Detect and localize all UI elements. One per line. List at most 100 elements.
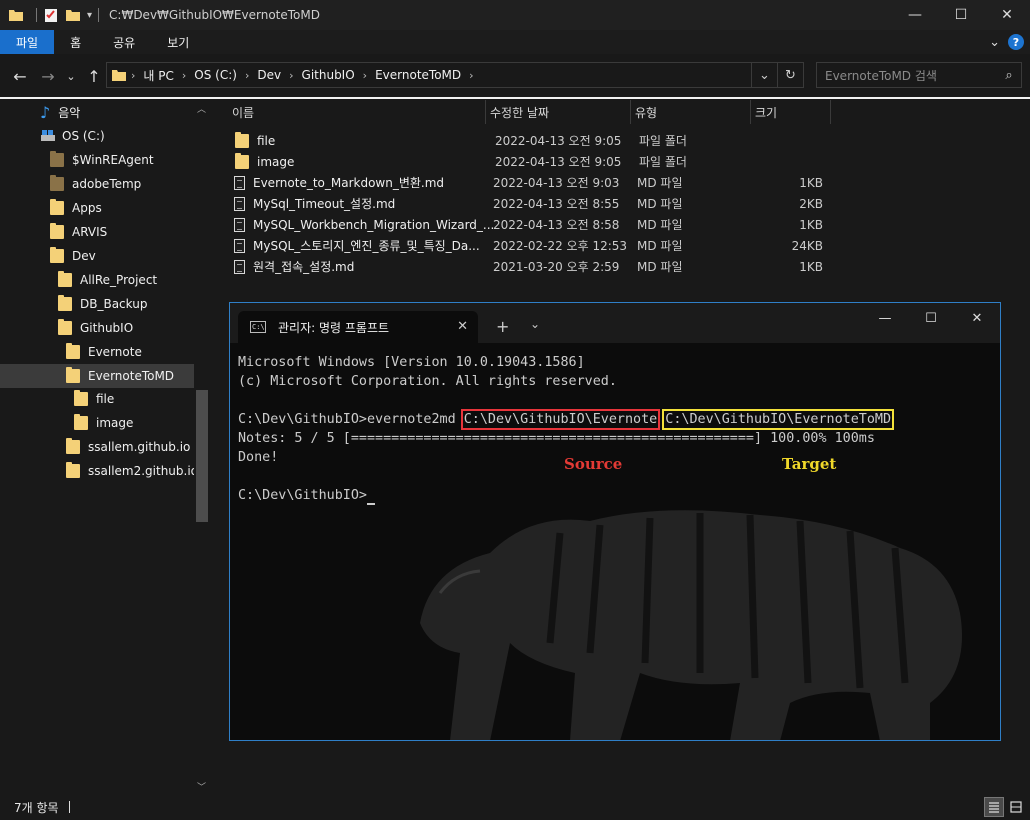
terminal-tab[interactable]: C:\ 관리자: 명령 프롬프트 ✕ [238, 311, 478, 343]
refresh-button[interactable]: ↻ [777, 63, 803, 87]
navigation-bar: ← → ⌄ ↑ › 내 PC › OS (C:) › Dev › GithubI… [0, 56, 1030, 96]
file-date: 2022-04-13 오전 9:05 [495, 134, 622, 148]
scroll-down-icon[interactable]: ﹀ [197, 780, 206, 793]
tab-close-icon[interactable]: ✕ [457, 319, 468, 334]
chevron-right-icon[interactable]: › [289, 69, 293, 82]
terminal-title-bar: C:\ 관리자: 명령 프롬프트 ✕ + ⌄ — ☐ ✕ [230, 303, 1000, 343]
terminal-tab-title: 관리자: 명령 프롬프트 [278, 320, 390, 335]
sidebar-item-os-c[interactable]: OS (C:) [40, 124, 105, 148]
file-type: 파일 폴더 [639, 155, 687, 169]
terminal-minimize-button[interactable]: — [862, 311, 908, 326]
sidebar-scrollbar[interactable]: ︿ ﹀ [194, 100, 210, 794]
expand-ribbon-icon[interactable]: ⌄ [989, 35, 1000, 50]
file-type: MD 파일 [637, 197, 683, 211]
new-tab-button[interactable]: + [496, 317, 509, 336]
file-date: 2021-03-20 오후 2:59 [493, 260, 620, 274]
window-title: C:₩Dev₩GithubIO₩EvernoteToMD [109, 8, 320, 22]
properties-icon[interactable] [43, 7, 59, 23]
column-name[interactable]: 이름 [228, 100, 486, 124]
terminal-prompt-line: C:\Dev\GithubIO> [238, 486, 998, 505]
view-toggle [982, 797, 1026, 817]
document-icon [234, 196, 245, 211]
column-type[interactable]: 유형 [631, 100, 751, 124]
navigation-pane: ♪ 음악 OS (C:) $WinREAgent adobeTemp Apps … [0, 100, 212, 794]
tab-share[interactable]: 공유 [97, 30, 151, 54]
folder-icon[interactable] [8, 7, 24, 23]
table-row[interactable]: image 2022-04-13 오전 9:05 파일 폴더 [232, 151, 830, 172]
sidebar-item-music[interactable]: ♪ 음악 [40, 100, 80, 124]
forward-button[interactable]: → [36, 64, 60, 88]
chevron-right-icon[interactable]: › [363, 69, 367, 82]
chevron-right-icon[interactable]: › [182, 69, 186, 82]
breadcrumb-evernotetomd[interactable]: EvernoteToMD [375, 68, 461, 82]
search-icon[interactable]: ⌕ [997, 68, 1021, 83]
file-date: 2022-04-13 오전 8:55 [493, 197, 620, 211]
sidebar-item-githubio[interactable]: GithubIO [58, 316, 133, 340]
customize-toolbar-icon[interactable]: ▾ [87, 10, 92, 21]
sidebar-item-image[interactable]: image [74, 411, 133, 435]
table-row[interactable]: file 2022-04-13 오전 9:05 파일 폴더 [232, 130, 830, 151]
table-row[interactable]: MySQL_Workbench_Migration_Wizard_... 202… [232, 214, 823, 235]
terminal-maximize-button[interactable]: ☐ [908, 311, 954, 326]
search-input[interactable]: EvernoteToMD 검색 [825, 67, 997, 84]
table-row[interactable]: 원격_접속_설정.md 2021-03-20 오후 2:59 MD 파일 1KB [232, 256, 823, 277]
sidebar-item-label: GithubIO [80, 321, 134, 335]
help-icon[interactable]: ? [1008, 34, 1024, 50]
sidebar-item-arvis[interactable]: ARVIS [50, 220, 107, 244]
sidebar-item-adobetemp[interactable]: adobeTemp [50, 172, 141, 196]
search-box[interactable]: EvernoteToMD 검색 ⌕ [816, 62, 1022, 88]
quick-access-toolbar: ▾ [0, 0, 105, 30]
scroll-up-icon[interactable]: ︿ [197, 102, 206, 115]
terminal-window: C:\ 관리자: 명령 프롬프트 ✕ + ⌄ — ☐ ✕ Microsoft W… [229, 302, 1001, 741]
breadcrumb-dev[interactable]: Dev [257, 68, 281, 82]
close-button[interactable]: ✕ [984, 0, 1030, 30]
sidebar-item-evernotetomd[interactable]: EvernoteToMD [0, 364, 194, 388]
maximize-button[interactable]: ☐ [938, 0, 984, 30]
sidebar-item-allre-project[interactable]: AllRe_Project [58, 268, 157, 292]
details-view-button[interactable] [984, 797, 1004, 817]
recent-locations-button[interactable]: ⌄ [64, 64, 78, 88]
terminal-output[interactable]: Microsoft Windows [Version 10.0.19043.15… [238, 353, 998, 505]
table-row[interactable]: Evernote_to_Markdown_변환.md 2022-04-13 오전… [232, 172, 823, 193]
new-folder-icon[interactable] [65, 7, 81, 23]
minimize-button[interactable]: — [892, 0, 938, 30]
table-row[interactable]: MySQL_스토리지_엔진_종류_및_특징_Da... 2022-02-22 오… [232, 235, 823, 256]
column-date[interactable]: 수정한 날짜 [486, 100, 631, 124]
address-dropdown-button[interactable]: ⌄ [751, 63, 777, 87]
sidebar-item-db-backup[interactable]: DB_Backup [58, 292, 147, 316]
breadcrumb-githubio[interactable]: GithubIO [302, 68, 355, 82]
folder-icon [66, 367, 80, 383]
chevron-right-icon[interactable]: › [245, 69, 249, 82]
large-icons-view-button[interactable] [1006, 797, 1026, 817]
tab-file[interactable]: 파일 [0, 30, 55, 54]
file-type: MD 파일 [637, 176, 683, 190]
folder-icon [235, 131, 249, 148]
folder-icon [66, 438, 80, 454]
back-button[interactable]: ← [8, 64, 32, 88]
toolbar-divider [36, 8, 37, 22]
up-button[interactable]: ↑ [82, 64, 106, 88]
sidebar-item-file[interactable]: file [74, 387, 114, 411]
tab-dropdown-button[interactable]: ⌄ [530, 317, 540, 331]
sidebar-item-ssallem-github-io[interactable]: ssallem.github.io [66, 435, 190, 459]
breadcrumb-my-pc[interactable]: 내 PC [143, 67, 173, 84]
sidebar-item-ssallem2-github-io[interactable]: ssallem2.github.io [66, 459, 198, 483]
terminal-close-button[interactable]: ✕ [954, 311, 1000, 326]
sidebar-item-dev[interactable]: Dev [50, 244, 96, 268]
tab-view[interactable]: 보기 [151, 30, 205, 54]
tab-home[interactable]: 홈 [54, 30, 97, 54]
column-size[interactable]: 크기 [751, 100, 831, 124]
file-type: MD 파일 [637, 260, 683, 274]
address-bar[interactable]: › 내 PC › OS (C:) › Dev › GithubIO › Ever… [106, 62, 804, 88]
sidebar-item-winreagent[interactable]: $WinREAgent [50, 148, 154, 172]
table-row[interactable]: MySql_Timeout_설정.md 2022-04-13 오전 8:55 M… [232, 193, 823, 214]
document-icon [234, 259, 245, 274]
folder-icon [66, 462, 80, 478]
chevron-right-icon[interactable]: › [469, 69, 473, 82]
sidebar-item-evernote[interactable]: Evernote [66, 340, 142, 364]
scroll-thumb[interactable] [196, 390, 208, 522]
sidebar-item-apps[interactable]: Apps [50, 196, 102, 220]
column-headers: 이름 수정한 날짜 유형 크기 [228, 100, 831, 124]
breadcrumb-os-c[interactable]: OS (C:) [194, 68, 237, 82]
target-path: C:\Dev\GithubIO\EvernoteToMD [662, 409, 895, 430]
